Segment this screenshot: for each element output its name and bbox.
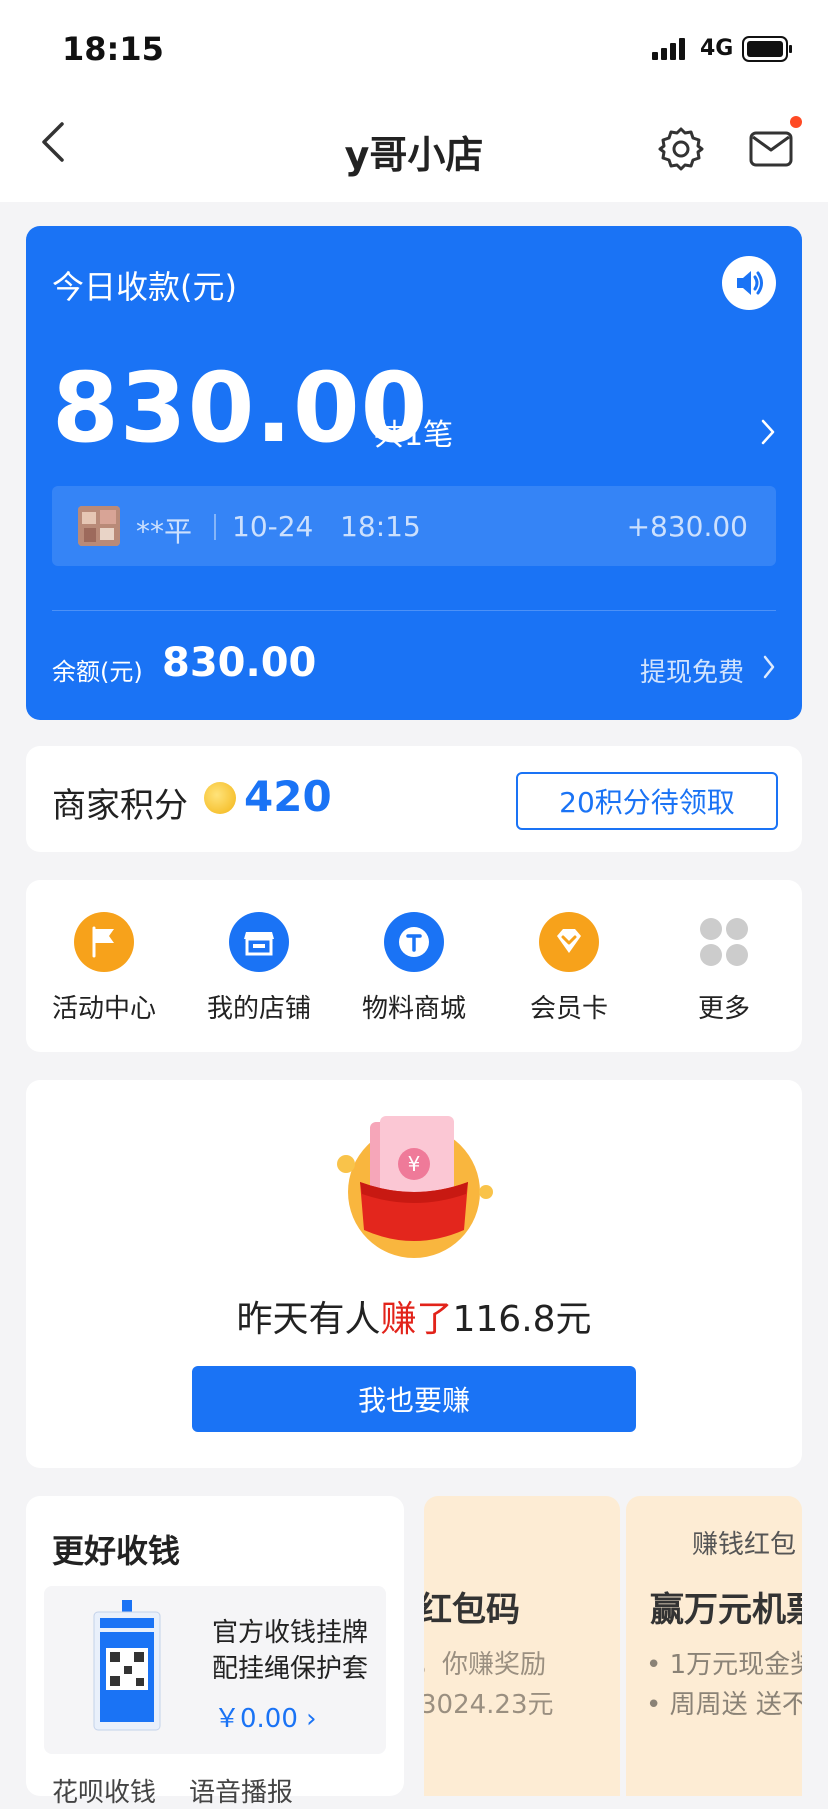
payer-name: **平 [136,515,193,548]
menu-label: 我的店铺 [206,994,311,1024]
payer-avatar [78,506,120,546]
promo-text: 昨天有人赚了116.8元 [0,1290,828,1342]
promo-card-bullet: • 周周送 送不 [646,1690,802,1720]
gear-icon[interactable] [658,126,704,172]
promo-text-after: 116.8元 [452,1299,592,1340]
chevron-right-icon: › [306,1704,317,1734]
menu-label: 活动中心 [51,994,156,1024]
withdraw-link[interactable]: 提现免费 [640,652,744,689]
red-envelope-icon: ¥ [337,1116,493,1258]
flag-icon [74,912,134,972]
product-name-line2: 配挂绳保护套 [212,1654,369,1684]
points-label: 商家积分 [52,786,188,826]
product-name-line1: 官方收钱挂牌 [212,1618,369,1648]
menu-label: 会员卡 [529,994,608,1024]
earn-button[interactable]: 我也要赚 [192,1366,636,1432]
promo-card-text: ，你赚奖励 [424,1650,547,1680]
divider [214,514,216,540]
transaction-count: 共1笔 [374,418,454,453]
balance-label: 余额(元) [52,658,143,686]
avatar-image [78,506,120,546]
balance-value: 830.00 [162,640,317,686]
points-value: 420 [244,772,332,821]
status-time: 18:15 [62,30,164,68]
qr-sign-image [93,1600,161,1731]
feature-links: 花呗收钱 语音播报 [52,1778,294,1808]
today-income-amount: 830.00 [52,352,429,464]
menu-item-member-card[interactable]: 会员卡 [509,912,629,1025]
promo-text-before: 昨天有人 [236,1299,381,1340]
today-income-label: 今日收款(元) [52,268,237,306]
notification-dot [790,116,802,128]
menu-label: 物料商城 [361,994,466,1024]
card-divider [52,610,776,611]
shop-icon [229,912,289,972]
promo-card-amount: 3024.23元 [424,1690,554,1720]
more-grid-icon [694,912,754,972]
signal-icon [652,38,685,60]
price-value: ￥0.00 [214,1704,298,1734]
menu-item-my-store[interactable]: 我的店铺 [199,912,319,1025]
claim-points-button[interactable]: 20积分待领取 [516,772,778,830]
svg-text:¥: ¥ [408,1152,421,1176]
battery-icon [742,36,792,62]
promo-card-red-packet-code[interactable]: 红包码 ，你赚奖励 3024.23元 [424,1496,620,1796]
menu-item-more[interactable]: 更多 [664,912,784,1025]
promo-card-tag: 赚钱红包 [692,1530,797,1560]
chevron-right-icon[interactable] [760,418,776,446]
promo-card-title: 赢万元机票 [650,1590,802,1630]
promo-text-highlight: 赚了 [380,1299,453,1340]
chevron-right-icon[interactable] [762,654,776,680]
better-collection-title: 更好收钱 [52,1532,181,1570]
promo-card-flight-ticket[interactable]: 赚钱红包 赢万元机票 • 1万元现金奖 • 周周送 送不 [626,1496,802,1796]
member-card-icon [539,912,599,972]
menu-label: 更多 [697,994,750,1024]
transaction-time: 10-24 18:15 [232,510,421,543]
promo-card-bullet: • 1万元现金奖 [646,1650,802,1680]
coin-icon [204,782,236,814]
mall-icon [384,912,444,972]
speaker-icon [737,271,763,295]
mail-icon[interactable] [748,128,794,170]
transaction-amount: +830.00 [626,510,748,543]
network-type: 4G [700,36,734,61]
product-price[interactable]: ￥0.00 › [214,1698,317,1735]
speaker-button[interactable] [722,256,776,310]
promo-card-title: 红包码 [424,1590,520,1630]
menu-item-activity-center[interactable]: 活动中心 [44,912,164,1025]
menu-item-material-mall[interactable]: 物料商城 [354,912,474,1025]
